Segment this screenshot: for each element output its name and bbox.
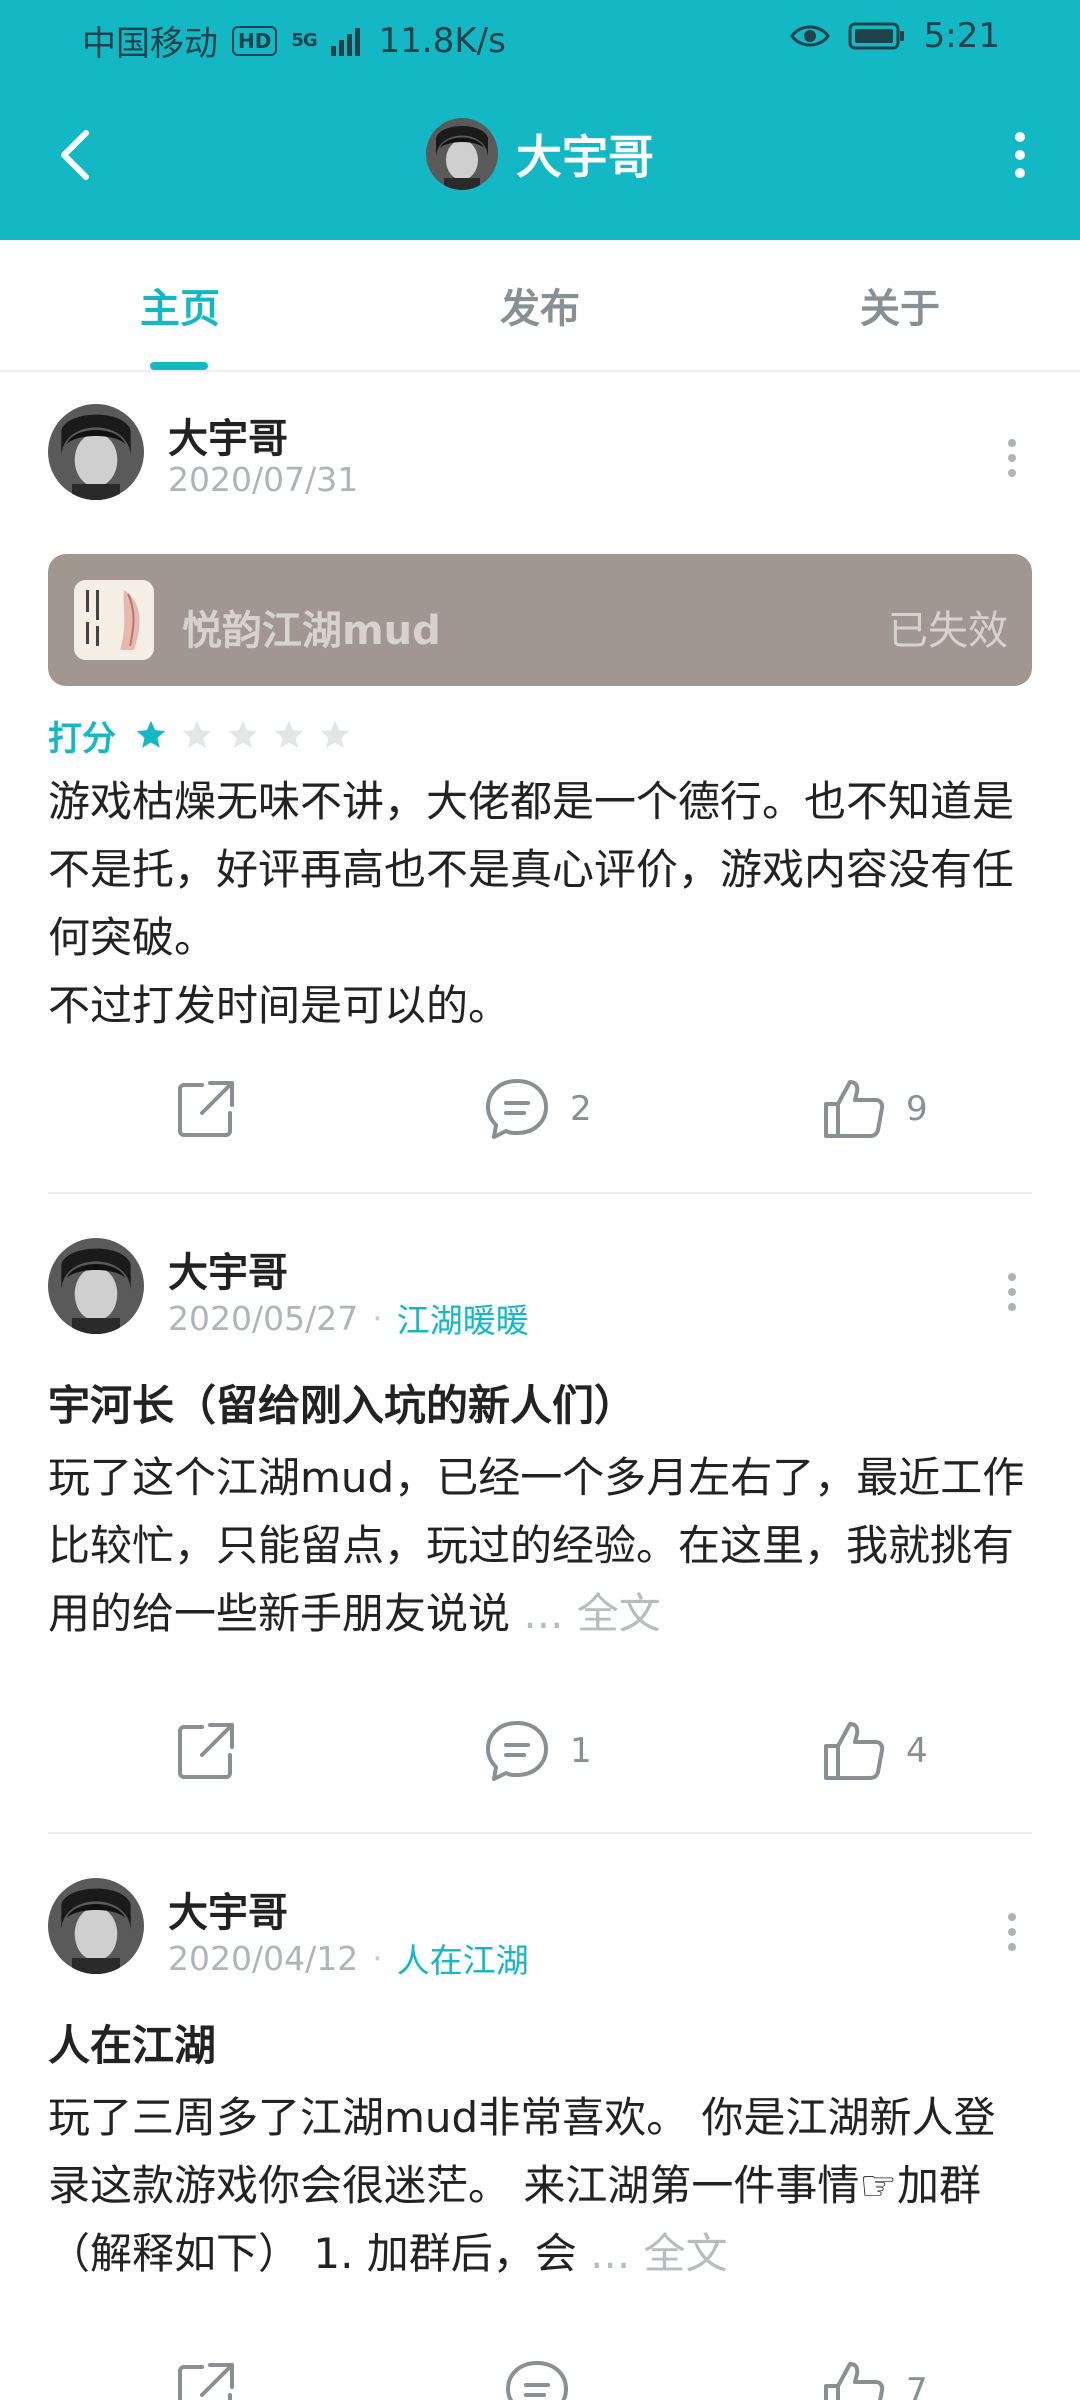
post-title[interactable]: 人在江湖 <box>48 2014 1032 2078</box>
tab-indicator <box>150 362 208 370</box>
meta-separator: · <box>372 1938 383 1978</box>
game-card[interactable]: 悦韵江湖mud 已失效 <box>48 554 1032 686</box>
read-more-link[interactable]: 全文 <box>630 2229 728 2278</box>
author-avatar[interactable] <box>48 1238 144 1334</box>
like-button[interactable]: 9 <box>822 1064 928 1154</box>
post-actions: 2 9 <box>48 1064 1032 1154</box>
more-vertical-icon <box>1008 1273 1016 1311</box>
post-card[interactable]: 大宇哥 2020/05/27 · 江湖暖暖 宇河长（留给刚入坑的新人们） 玩了这… <box>48 1238 1032 1781</box>
eye-icon <box>789 25 830 47</box>
post-body-text: 玩了三周多了江湖mud非常喜欢。 你是江湖新人登录这款游戏你会很迷茫。 来江湖第… <box>48 2093 996 2278</box>
share-icon <box>178 1723 234 1779</box>
post-body[interactable]: 玩了三周多了江湖mud非常喜欢。 你是江湖新人登录这款游戏你会很迷茫。 来江湖第… <box>48 2084 1032 2288</box>
status-bar: 中国移动 HD 5G 11.8K/s 5:21 <box>0 0 1080 76</box>
author-name[interactable]: 大宇哥 <box>168 1240 288 1298</box>
post-actions: 1 4 <box>48 1706 1032 1796</box>
author-avatar[interactable] <box>48 404 144 500</box>
post-date: 2020/07/31 <box>168 460 359 499</box>
signal-icon <box>330 27 360 56</box>
comment-button[interactable]: 2 <box>484 1064 592 1154</box>
tab-about[interactable]: 关于 <box>720 240 1080 370</box>
like-button[interactable]: 4 <box>822 1706 928 1796</box>
post-more-button[interactable] <box>992 1264 1032 1320</box>
star-empty-icon <box>320 720 350 748</box>
comment-button[interactable] <box>504 2346 590 2400</box>
meta-separator: · <box>372 1298 383 1338</box>
top-app-bar: 大宇哥 <box>0 100 1080 210</box>
thumbs-up-icon <box>824 2362 885 2400</box>
comment-icon <box>486 1721 548 1781</box>
tab-bar: 主页 发布 关于 <box>0 240 1080 372</box>
more-vertical-icon <box>1008 1913 1016 1951</box>
share-button[interactable] <box>174 1706 238 1796</box>
rating: 打分 <box>48 712 1032 759</box>
read-more-link[interactable]: 全文 <box>563 1589 661 1638</box>
rating-stars <box>134 718 352 752</box>
network-speed: 11.8K/s <box>378 20 506 61</box>
game-status: 已失效 <box>888 608 1008 654</box>
clock: 5:21 <box>923 16 1000 56</box>
author-name[interactable]: 大宇哥 <box>168 1880 288 1938</box>
like-count: 4 <box>906 1731 928 1771</box>
rating-label: 打分 <box>48 718 116 759</box>
post-title[interactable]: 宇河长（留给刚入坑的新人们） <box>48 1374 1032 1438</box>
carrier-name: 中国移动 <box>82 24 218 64</box>
comment-icon <box>486 1079 548 1139</box>
ellipsis: ... <box>576 2229 631 2278</box>
post-body[interactable]: 游戏枯燥无味不讲，大佬都是一个德行。也不知道是不是托，好评再高也不是真心评价，游… <box>48 768 1032 1040</box>
post-body[interactable]: 玩了这个江湖mud，已经一个多月左右了，最近工作比较忙，只能留点，玩过的经验。在… <box>48 1444 1032 1648</box>
like-button[interactable]: 7 <box>822 2346 928 2400</box>
star-filled-icon <box>136 720 166 748</box>
battery-icon <box>848 22 904 50</box>
profile-avatar[interactable] <box>426 118 498 190</box>
thumbs-up-icon <box>824 1080 885 1138</box>
author-name[interactable]: 大宇哥 <box>168 406 288 464</box>
like-count: 9 <box>906 1089 928 1129</box>
more-options-button[interactable] <box>990 120 1050 190</box>
more-vertical-icon <box>1008 439 1016 477</box>
post-card[interactable]: 大宇哥 2020/04/12 · 人在江湖 人在江湖 玩了三周多了江湖mud非常… <box>48 1878 1032 2400</box>
post-date: 2020/05/27 <box>168 1298 359 1338</box>
comment-count: 2 <box>570 1089 592 1129</box>
app-header: 中国移动 HD 5G 11.8K/s 5:21 大宇哥 <box>0 0 1080 240</box>
star-empty-icon <box>274 720 304 748</box>
star-empty-icon <box>228 720 258 748</box>
network-type: 5G <box>291 30 317 51</box>
share-icon <box>178 2363 234 2400</box>
comment-icon <box>506 2361 568 2400</box>
divider <box>48 1192 1032 1194</box>
author-avatar[interactable] <box>48 1878 144 1974</box>
post-more-button[interactable] <box>992 1904 1032 1960</box>
share-button[interactable] <box>174 2346 238 2400</box>
post-card[interactable]: 大宇哥 2020/07/31 悦韵江湖mud 已失效 打分 游戏枯燥无味不讲，大… <box>48 404 1032 1139</box>
post-actions: 7 <box>48 2346 1032 2400</box>
game-icon <box>74 580 154 660</box>
tab-posts[interactable]: 发布 <box>360 240 720 370</box>
like-count: 7 <box>906 2371 928 2400</box>
game-name: 悦韵江湖mud <box>182 608 441 654</box>
divider <box>48 1832 1032 1834</box>
comment-button[interactable]: 1 <box>484 1706 592 1796</box>
post-topic[interactable]: 人在江湖 <box>397 1934 529 1982</box>
share-icon <box>178 1081 234 1137</box>
more-vertical-icon <box>1015 132 1025 178</box>
star-empty-icon <box>182 720 212 748</box>
page-title: 大宇哥 <box>516 130 654 184</box>
thumbs-up-icon <box>824 1722 885 1780</box>
share-button[interactable] <box>174 1064 238 1154</box>
comment-count: 1 <box>570 1731 592 1771</box>
ellipsis: ... <box>510 1589 564 1638</box>
hd-badge: HD <box>232 25 278 56</box>
post-more-button[interactable] <box>992 430 1032 486</box>
post-date: 2020/04/12 <box>168 1938 359 1978</box>
post-topic[interactable]: 江湖暖暖 <box>397 1294 529 1342</box>
tab-home[interactable]: 主页 <box>0 240 360 370</box>
